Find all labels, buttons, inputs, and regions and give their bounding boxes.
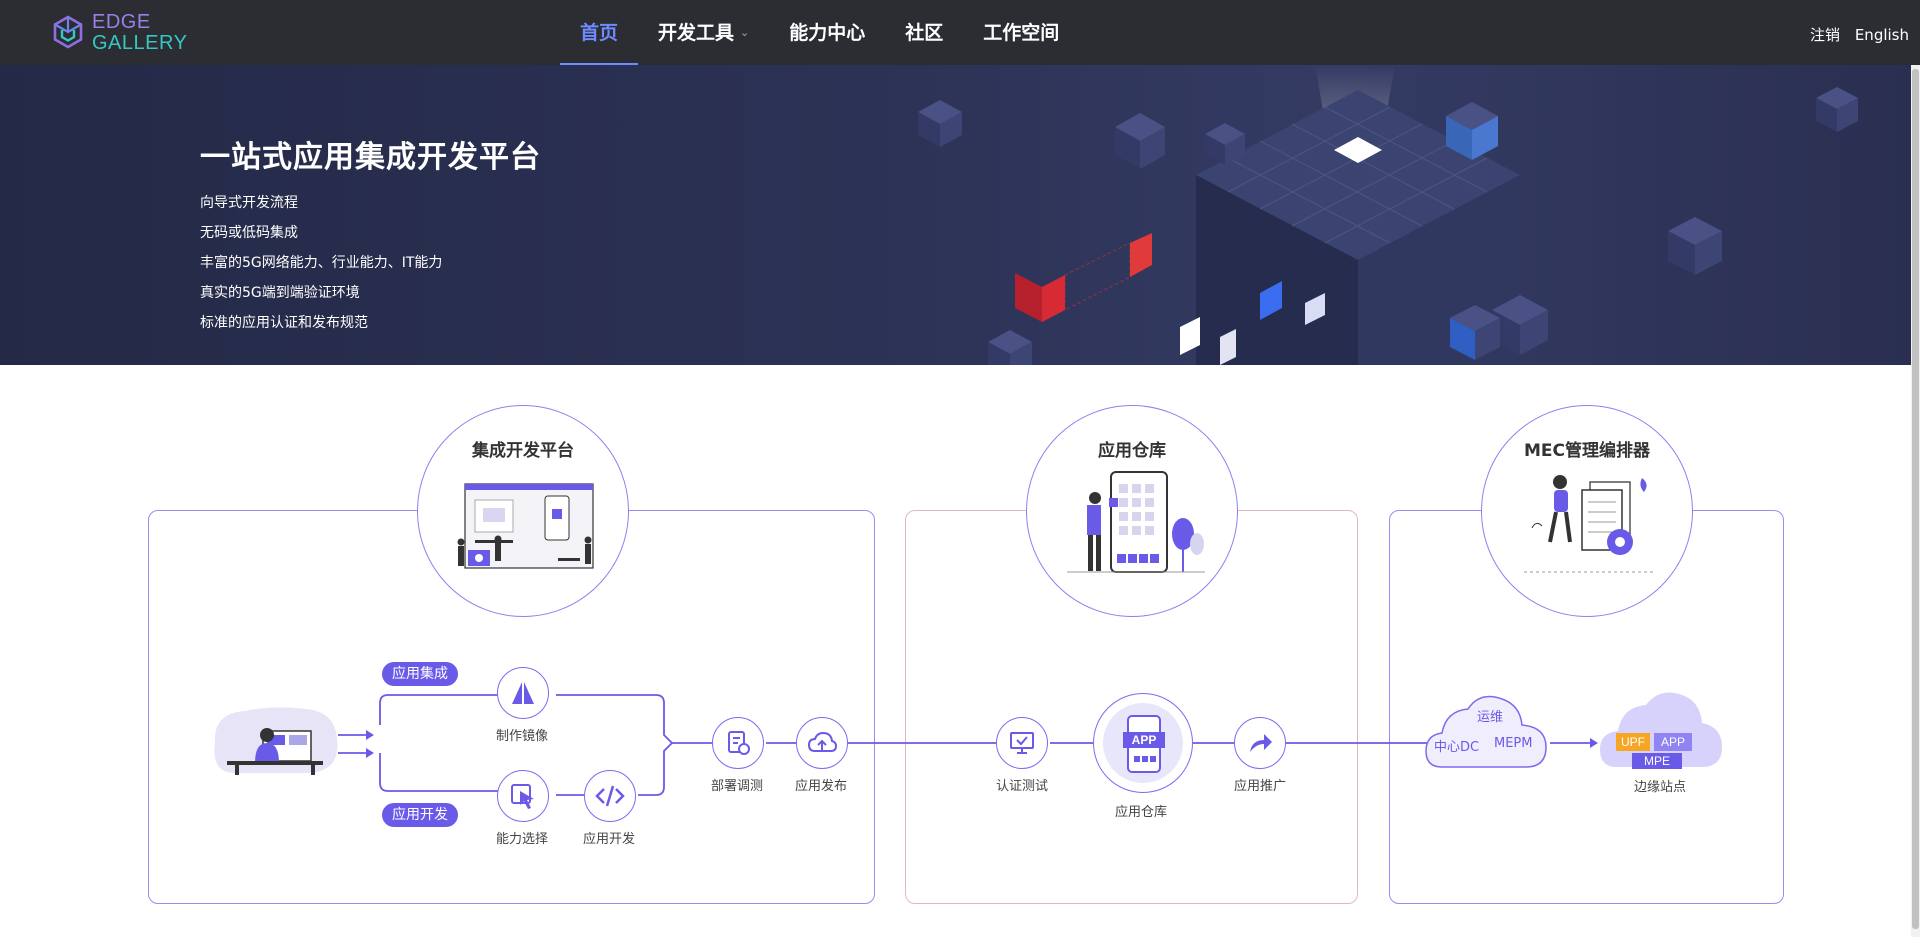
- app-integration-tag: 应用集成: [382, 662, 458, 686]
- nav-home-label: 首页: [580, 22, 619, 44]
- chevron-down-icon: ⌄: [740, 26, 750, 39]
- image-build-icon: [512, 682, 534, 704]
- mec-orchestrator-illustration: [1524, 475, 1656, 573]
- hero-feature-item: 无码或低码集成: [200, 225, 298, 241]
- app-publish-label: 应用发布: [794, 779, 847, 794]
- nav-dev-tools-label: 开发工具: [658, 22, 735, 44]
- nav-workspace-label: 工作空间: [983, 22, 1060, 44]
- mec-section-circle: MEC管理编排器: [1481, 405, 1693, 617]
- app-develop-label: 应用开发: [582, 832, 635, 847]
- app-store-label: 应用仓库: [1114, 805, 1167, 820]
- deploy-debug-node[interactable]: [712, 717, 764, 769]
- nav-capability-center[interactable]: 能力中心: [769, 0, 885, 65]
- nav-community[interactable]: 社区: [885, 0, 963, 65]
- hero-feature-item: 丰富的5G网络能力、行业能力、IT能力: [200, 255, 443, 271]
- ops-label: 运维: [1477, 710, 1504, 725]
- cloud-upload-icon: [807, 731, 837, 752]
- hero-feature-item: 真实的5G端到端验证环境: [200, 285, 360, 301]
- cube-logo-icon: [53, 15, 83, 49]
- edge-site-cloud-icon: UPF APP MPE: [1600, 692, 1722, 769]
- logo-wordmark: EDGE GALLERY: [92, 12, 187, 54]
- app-phone-icon: APP: [1123, 715, 1165, 773]
- mec-section-title: MEC管理编排器: [1523, 441, 1650, 461]
- nav-capability-center-label: 能力中心: [789, 22, 866, 44]
- platform-section-title: 集成开发平台: [472, 441, 574, 461]
- hero-title: 一站式应用集成开发平台: [200, 140, 541, 175]
- store-section-title: 应用仓库: [1098, 441, 1166, 461]
- center-dc-cloud-icon: [1425, 695, 1547, 768]
- app-root: EDGE GALLERY 首页 开发工具 ⌄ 能力中心 社区 工作空间 注销 En…: [0, 0, 1920, 937]
- capability-select-node[interactable]: [497, 770, 549, 822]
- app-develop-node[interactable]: [584, 770, 636, 822]
- logo-line-1: EDGE: [92, 11, 151, 33]
- top-navigation-bar: EDGE GALLERY 首页 开发工具 ⌄ 能力中心 社区 工作空间 注销 En…: [0, 0, 1920, 65]
- app-store-node[interactable]: APP: [1093, 693, 1193, 793]
- hero-banner: 一站式应用集成开发平台 向导式开发流程 无码或低码集成 丰富的5G网络能力、行业…: [0, 65, 1920, 365]
- hero-feature-item: 标准的应用认证和发布规范: [200, 315, 368, 331]
- app-publish-node[interactable]: [796, 717, 848, 769]
- nav-community-label: 社区: [905, 22, 944, 44]
- make-image-label: 制作镜像: [495, 729, 548, 744]
- upf-label: UPF: [1621, 735, 1645, 749]
- app-badge-text: APP: [1132, 733, 1157, 747]
- certify-test-node[interactable]: [996, 717, 1048, 769]
- edge-site-label: 边缘站点: [1633, 780, 1686, 795]
- nav-dev-tools[interactable]: 开发工具 ⌄: [638, 0, 769, 65]
- main-nav: 首页 开发工具 ⌄ 能力中心 社区 工作空间: [560, 0, 1079, 65]
- certify-test-label: 认证测试: [995, 779, 1048, 794]
- language-switch-link[interactable]: English: [1855, 26, 1909, 44]
- developer-illustration: [214, 707, 338, 775]
- cursor-select-icon: [511, 784, 534, 809]
- edge-app-label: APP: [1661, 735, 1685, 749]
- share-arrow-icon: [1250, 734, 1272, 752]
- app-store-illustration: [1067, 471, 1205, 573]
- code-icon: [595, 785, 625, 807]
- hero-cube-illustration: [918, 65, 1858, 365]
- store-section-circle: 应用仓库: [1026, 405, 1238, 617]
- logo-line-2: GALLERY: [92, 32, 188, 54]
- top-right-links: 注销 English: [1800, 24, 1909, 45]
- app-promote-node[interactable]: [1234, 717, 1286, 769]
- hero-feature-list: 向导式开发流程 无码或低码集成 丰富的5G网络能力、行业能力、IT能力 真实的5…: [200, 194, 442, 344]
- architecture-flow-diagram: 集成开发平台 应用仓库 MEC管理编排器 应用集成 应用开发 制作镜像 能力选择…: [0, 365, 1920, 937]
- nav-workspace[interactable]: 工作空间: [963, 0, 1079, 65]
- mepm-label: MEPM: [1494, 736, 1533, 751]
- app-promote-label: 应用推广: [1233, 779, 1286, 794]
- page-scrollbar[interactable]: [1911, 65, 1920, 937]
- edgegallery-logo[interactable]: EDGE GALLERY: [52, 12, 192, 54]
- app-development-tag: 应用开发: [382, 803, 458, 827]
- document-settings-icon: [728, 731, 750, 755]
- nav-home[interactable]: 首页: [560, 0, 639, 65]
- platform-illustration: [457, 483, 594, 569]
- monitor-check-icon: [1010, 732, 1034, 754]
- make-image-node[interactable]: [497, 667, 549, 719]
- platform-section-circle: 集成开发平台: [417, 405, 629, 617]
- logout-link[interactable]: 注销: [1810, 26, 1840, 44]
- mpe-label: MPE: [1644, 754, 1670, 768]
- page-scrollbar-thumb[interactable]: [1912, 69, 1919, 929]
- hero-feature-item: 向导式开发流程: [200, 195, 298, 211]
- center-dc-label: 中心DC: [1434, 740, 1480, 755]
